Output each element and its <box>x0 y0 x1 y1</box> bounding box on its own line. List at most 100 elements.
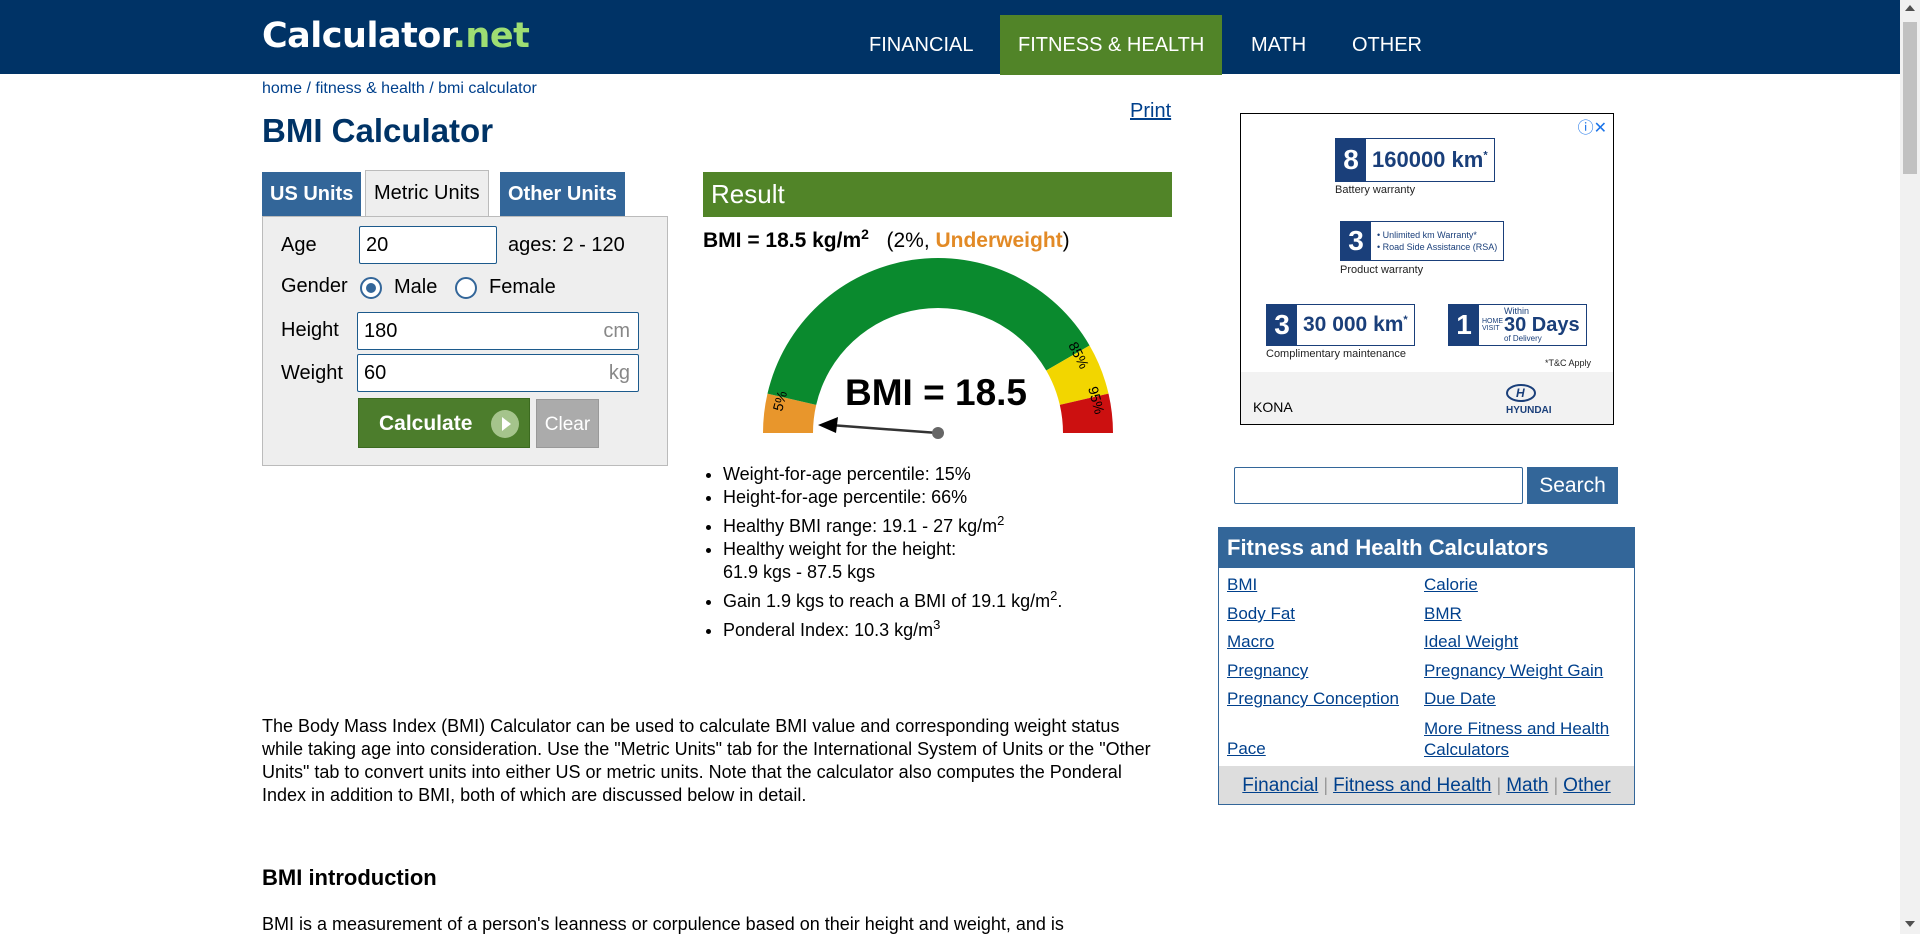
scroll-up-arrow-icon[interactable] <box>1905 5 1915 11</box>
sidebar-link-pregnancy[interactable]: Pregnancy <box>1227 661 1308 681</box>
advertisement[interactable]: ⓘ✕ 8 160000 km* Battery warranty 3 • Unl… <box>1240 113 1614 425</box>
gauge-needle <box>829 423 939 435</box>
ad-years-3: 3 <box>1341 222 1371 260</box>
ad-product-warranty-box: 3 • Unlimited km Warranty* • Road Side A… <box>1340 221 1505 261</box>
sidebar-link-pregnancy-conception[interactable]: Pregnancy Conception <box>1227 689 1399 709</box>
weight-label: Weight <box>281 362 343 384</box>
search-button[interactable]: Search <box>1527 467 1618 504</box>
gauge-needle-tip <box>818 417 838 433</box>
footer-link-math[interactable]: Math <box>1506 775 1548 796</box>
result-percent: (2%, <box>886 229 936 252</box>
tab-metric-units[interactable]: Metric Units <box>365 170 489 217</box>
list-item: Ponderal Index: 10.3 kg/m3 <box>723 613 1193 642</box>
sidebar-link-body-fat[interactable]: Body Fat <box>1227 604 1295 624</box>
sidebar-link-more[interactable]: More Fitness and Health Calculators <box>1424 718 1619 760</box>
page-title: BMI Calculator <box>262 112 494 149</box>
breadcrumb-fitness-health[interactable]: fitness & health <box>315 80 424 97</box>
sidebar-link-due-date[interactable]: Due Date <box>1424 689 1496 709</box>
sidebar-link-pregnancy-weight-gain[interactable]: Pregnancy Weight Gain <box>1424 661 1603 681</box>
tab-other-units[interactable]: Other Units <box>500 172 625 216</box>
svg-text:H: H <box>1516 386 1525 400</box>
scroll-down-arrow-icon[interactable] <box>1905 921 1915 927</box>
ad-product-bullets: • Unlimited km Warranty* • Road Side Ass… <box>1371 229 1503 253</box>
list-item: Healthy BMI range: 19.1 - 27 kg/m2 <box>723 509 1193 538</box>
footer-link-fitness-health[interactable]: Fitness and Health <box>1333 775 1491 796</box>
ponderal-sup: 3 <box>933 617 941 632</box>
age-label: Age <box>281 234 317 256</box>
ad-home-visit-box: 1 HOME VISIT Within 30 Days of Delivery <box>1448 304 1587 346</box>
gender-female-label[interactable]: Female <box>489 276 556 299</box>
sidebar-link-ideal-weight[interactable]: Ideal Weight <box>1424 632 1518 652</box>
breadcrumb: home / fitness & health / bmi calculator <box>262 80 537 98</box>
print-link[interactable]: Print <box>1130 100 1171 123</box>
bmi-gauge: 5% 85% 95% <box>763 258 1113 439</box>
ad-30-days: Within 30 Days of Delivery <box>1498 306 1586 344</box>
breadcrumb-bmi-calculator[interactable]: bmi calculator <box>438 80 537 97</box>
healthy-weight-range: 61.9 kgs - 87.5 kgs <box>723 562 876 582</box>
ad-battery-warranty-box: 8 160000 km* <box>1335 138 1495 182</box>
age-input[interactable]: 20 <box>359 226 497 264</box>
ad-maintenance-caption: Complimentary maintenance <box>1266 348 1407 360</box>
clear-button[interactable]: Clear <box>536 399 599 448</box>
nav-other[interactable]: OTHER <box>1334 15 1440 75</box>
breadcrumb-home[interactable]: home <box>262 80 302 97</box>
ad-maintenance-km-star: * <box>1403 314 1408 326</box>
height-for-age: Height-for-age percentile: 66% <box>723 487 968 507</box>
sidebar-link-macro[interactable]: Macro <box>1227 632 1274 652</box>
footer-link-financial[interactable]: Financial <box>1242 775 1318 796</box>
ad-maintenance-km: 30 000 km* <box>1297 313 1414 337</box>
sidebar-link-pace[interactable]: Pace <box>1227 739 1266 759</box>
tab-us-units[interactable]: US Units <box>262 172 362 216</box>
result-bmi-sup: 2 <box>861 226 869 242</box>
sidebar-link-calorie[interactable]: Calorie <box>1424 575 1478 595</box>
age-hint: ages: 2 - 120 <box>508 234 625 256</box>
hyundai-logo-icon: H <box>1506 384 1536 402</box>
nav-financial[interactable]: FINANCIAL <box>851 15 991 75</box>
calculate-label: Calculate <box>379 412 473 435</box>
height-input[interactable]: 180 cm <box>357 312 639 350</box>
footer-link-other[interactable]: Other <box>1563 775 1611 796</box>
ad-bullet-rsa: • Road Side Assistance (RSA) <box>1377 242 1498 252</box>
ad-years-8: 8 <box>1336 139 1366 181</box>
healthy-weight-label: Healthy weight for the height: <box>723 539 957 559</box>
scrollbar-thumb[interactable] <box>1903 22 1917 174</box>
breadcrumb-separator: / <box>424 80 439 97</box>
footer-separator: | <box>1323 775 1329 795</box>
list-item: Healthy weight for the height: 61.9 kgs -… <box>723 538 1193 584</box>
weight-unit: kg <box>608 362 630 384</box>
gain-weight: Gain 1.9 kgs to reach a BMI of 19.1 kg/m <box>723 591 1051 611</box>
nav-math[interactable]: MATH <box>1233 15 1324 75</box>
healthy-bmi-range: Healthy BMI range: 19.1 - 27 kg/m <box>723 516 998 536</box>
ad-model: KONA <box>1253 399 1293 415</box>
search-input[interactable] <box>1234 467 1523 504</box>
height-value: 180 <box>364 320 398 342</box>
ad-battery-km-star: * <box>1483 149 1488 162</box>
ponderal-index: Ponderal Index: 10.3 kg/m <box>723 620 934 640</box>
gender-male-radio[interactable] <box>360 277 382 299</box>
sidebar-link-bmr[interactable]: BMR <box>1424 604 1462 624</box>
site-logo[interactable]: Calculator.net <box>262 16 530 56</box>
result-details-list: Weight-for-age percentile: 15% Height-fo… <box>703 463 1193 642</box>
calculate-button[interactable]: Calculate <box>358 398 530 448</box>
list-item: Gain 1.9 kgs to reach a BMI of 19.1 kg/m… <box>723 584 1193 613</box>
ad-footer-band <box>1241 372 1613 424</box>
result-close-paren: ) <box>1062 229 1070 252</box>
weight-for-age: Weight-for-age percentile: 15% <box>723 464 971 484</box>
gender-female-radio[interactable] <box>455 277 477 299</box>
ad-brand-text: HYUNDAI <box>1506 405 1552 416</box>
fitness-health-sidebar: Fitness and Health Calculators BMI Body … <box>1218 527 1635 805</box>
section-paragraph: BMI is a measurement of a person's leann… <box>262 914 1064 934</box>
ad-tc: *T&C Apply <box>1545 358 1592 368</box>
list-item: Weight-for-age percentile: 15% <box>723 463 1193 486</box>
gain-weight-tail: . <box>1057 591 1063 611</box>
weight-input[interactable]: 60 kg <box>357 354 639 392</box>
gender-male-label[interactable]: Male <box>394 276 437 299</box>
footer-separator: | <box>1553 775 1559 795</box>
ad-info-close-icon[interactable]: ⓘ✕ <box>1578 114 1607 138</box>
result-bmi-value: BMI = 18.5 kg/m2 <box>703 226 869 252</box>
sidebar-link-bmi[interactable]: BMI <box>1227 575 1257 595</box>
nav-fitness-health[interactable]: FITNESS & HEALTH <box>1000 15 1223 75</box>
ad-brand-logo: H HYUNDAI <box>1506 384 1552 416</box>
ad-bullet-unlimited: • Unlimited km Warranty* <box>1377 230 1477 240</box>
sidebar-title: Fitness and Health Calculators <box>1219 528 1634 568</box>
